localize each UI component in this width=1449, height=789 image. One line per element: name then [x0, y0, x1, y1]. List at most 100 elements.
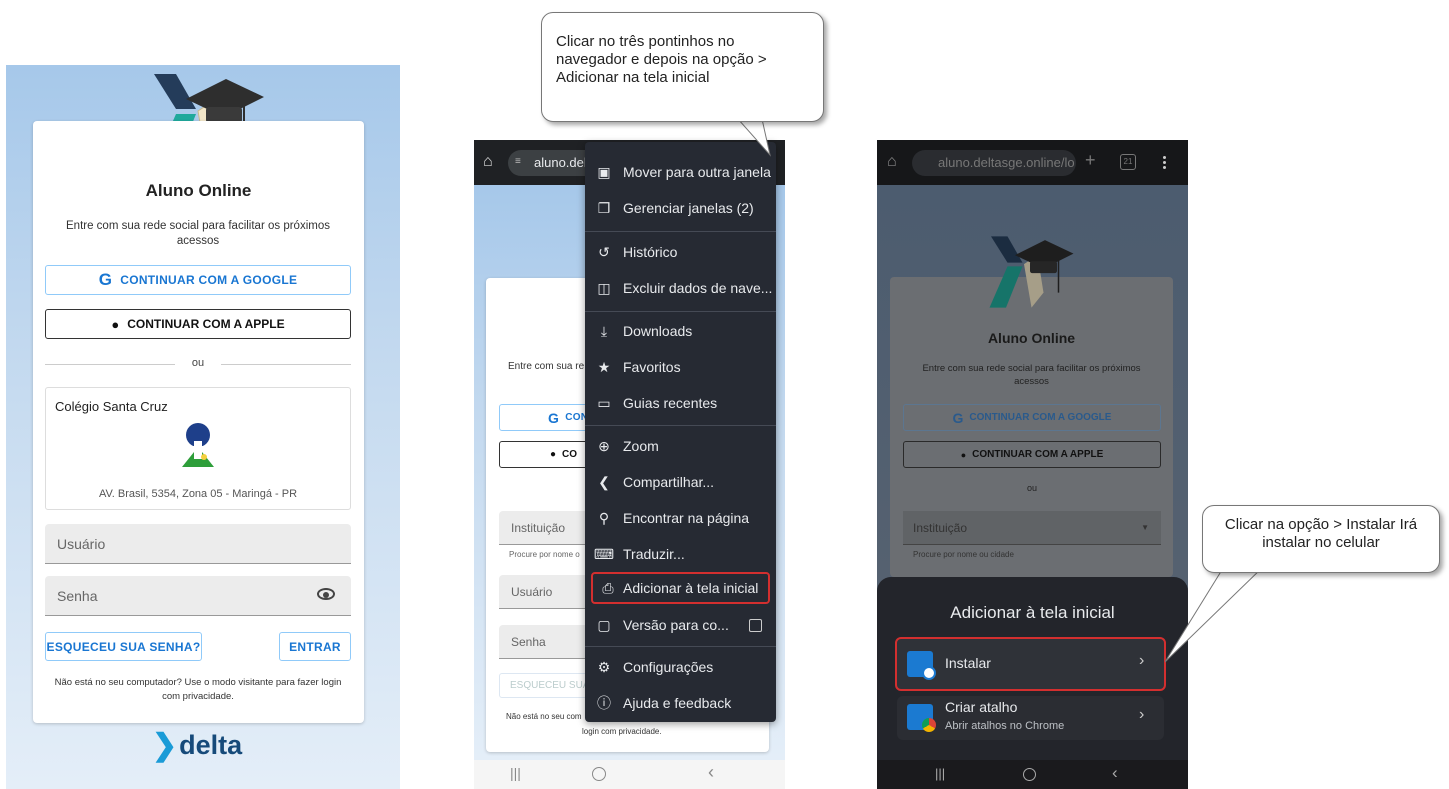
- divider-line-left: [45, 364, 175, 365]
- share-icon: ❮: [598, 473, 610, 490]
- apple-button-3[interactable]: ● CONTINUAR COM A APPLE: [903, 441, 1161, 468]
- sheet-title: Adicionar à tela inicial: [950, 603, 1115, 622]
- recent-apps-icon-3[interactable]: |||: [935, 766, 945, 781]
- recent-tabs-icon: ▭: [597, 394, 611, 411]
- manage-windows-icon: ❐: [597, 199, 611, 216]
- institution-select-2[interactable]: Instituição: [499, 511, 589, 545]
- menu-item-downloads[interactable]: ⤓ Downloads: [585, 316, 776, 346]
- divider-text-3: ou: [1026, 483, 1037, 493]
- gear-icon: ⚙: [597, 658, 611, 675]
- eye-pupil-icon: [323, 592, 329, 598]
- callout-instruction-1: Clicar no três pontinhos no navegador e …: [541, 12, 824, 122]
- login-title: Aluno Online: [145, 181, 252, 200]
- shortcut-label: Criar atalho: [945, 699, 1018, 715]
- google-button-2[interactable]: G CON: [499, 404, 589, 431]
- find-icon: ⚲: [598, 509, 610, 526]
- institution-helper-3: Procure por nome ou cidade: [913, 550, 1014, 559]
- chrome-overflow-menu: ▣ Mover para outra janela ❐ Gerenciar jane…: [585, 142, 776, 722]
- menu-item-zoom[interactable]: ⊕ Zoom: [585, 431, 776, 461]
- school-address: AV. Brasil, 5354, Zona 05 - Maringá - PR: [98, 488, 298, 500]
- new-tab-icon[interactable]: +: [1085, 150, 1096, 171]
- username-input[interactable]: Usuário: [45, 524, 351, 564]
- back-nav-icon[interactable]: ‹: [708, 762, 714, 783]
- google-login-button[interactable]: G CONTINUAR COM A GOOGLE: [45, 265, 351, 295]
- dropdown-arrow-icon: ▼: [1141, 523, 1149, 532]
- history-icon: ↺: [598, 243, 610, 260]
- menu-item-move-window[interactable]: ▣ Mover para outra janela: [585, 157, 776, 187]
- login-title-3: Aluno Online: [987, 330, 1076, 346]
- recent-apps-icon[interactable]: |||: [510, 765, 521, 781]
- menu-item-find[interactable]: ⚲ Encontrar na página: [585, 503, 776, 533]
- trash-icon: ◫: [597, 279, 611, 296]
- menu-item-history[interactable]: ↺ Histórico: [585, 237, 776, 267]
- menu-item-recent-tabs[interactable]: ▭ Guias recentes: [585, 388, 776, 418]
- translate-icon: ⌨: [593, 545, 615, 562]
- menu-separator: [585, 311, 776, 312]
- callout-pointer-2: [1165, 565, 1266, 663]
- apple-icon: ●: [111, 316, 120, 332]
- forgot-password-button[interactable]: ESQUECEU SUA SENHA?: [45, 632, 202, 661]
- menu-item-help[interactable]: ⓘ Ajuda e feedback: [585, 688, 776, 718]
- install-chevron-icon: ›: [1139, 652, 1145, 669]
- forgot-button-2[interactable]: ESQUECEU SUA: [499, 673, 589, 698]
- back-nav-icon-3[interactable]: ‹: [1112, 763, 1118, 783]
- add-home-icon: ⎙: [602, 579, 614, 596]
- menu-item-manage-windows[interactable]: ❐ Gerenciar janelas (2): [585, 193, 776, 223]
- desktop-icon: ▢: [597, 616, 611, 633]
- apple-login-button[interactable]: ● CONTINUAR COM A APPLE: [45, 309, 351, 339]
- apple-icon-2: ●: [550, 449, 557, 460]
- install-option[interactable]: [895, 637, 1166, 691]
- school-logo: [182, 423, 214, 467]
- home-icon[interactable]: ⌂: [483, 153, 493, 171]
- menu-item-desktop[interactable]: ▢ Versão para co...: [585, 610, 776, 640]
- home-nav-icon-3[interactable]: [1023, 768, 1036, 781]
- menu-item-settings[interactable]: ⚙ Configurações: [585, 652, 776, 682]
- google-button-3[interactable]: G CONTINUAR COM A GOOGLE: [903, 404, 1161, 431]
- tab-switcher-icon[interactable]: 21: [1120, 154, 1136, 170]
- menu-separator: [585, 646, 776, 647]
- shortcut-option[interactable]: [897, 696, 1164, 740]
- install-badge-icon: [922, 666, 936, 680]
- institution-select-3[interactable]: Instituição ▼: [903, 511, 1161, 545]
- google-icon-3: G: [952, 409, 964, 426]
- google-icon-2: G: [548, 409, 560, 426]
- username-input-2[interactable]: Usuário: [499, 575, 589, 609]
- aluno-online-logo-3: [989, 236, 1074, 308]
- divider-line-right: [221, 364, 351, 365]
- divider-text: ou: [191, 357, 205, 369]
- install-label: Instalar: [945, 655, 991, 671]
- apple-button-2[interactable]: ● CO: [499, 441, 589, 468]
- apple-icon-3: ●: [960, 449, 967, 460]
- home-icon-3[interactable]: ⌂: [887, 153, 897, 171]
- password-input[interactable]: Senha: [45, 576, 351, 616]
- home-nav-icon[interactable]: [592, 767, 606, 781]
- url-bar-3[interactable]: aluno.deltasge.online/lo: [912, 150, 1076, 176]
- menu-item-share[interactable]: ❮ Compartilhar...: [585, 467, 776, 497]
- help-icon: ⓘ: [597, 695, 611, 711]
- callout-instruction-2: Clicar na opção > Instalar Irá instalar …: [1202, 505, 1440, 573]
- visitor-note-2a: Não está no seu com: [506, 712, 582, 721]
- enter-button[interactable]: ENTRAR: [279, 632, 351, 661]
- school-name: Colégio Santa Cruz: [55, 399, 168, 414]
- menu-item-translate[interactable]: ⌨ Traduzir...: [585, 539, 776, 569]
- desktop-checkbox[interactable]: [749, 619, 762, 632]
- star-icon: ★: [597, 358, 611, 375]
- google-icon: G: [98, 270, 113, 289]
- zoom-icon: ⊕: [598, 437, 610, 454]
- menu-item-add-home[interactable]: ⎙ Adicionar à tela inicial: [591, 572, 770, 604]
- menu-separator: [585, 231, 776, 232]
- password-input-2[interactable]: Senha: [499, 625, 589, 659]
- site-settings-icon: ≡: [515, 156, 521, 167]
- delta-chevron-icon: ❯: [152, 729, 178, 762]
- chrome-badge-icon: [922, 718, 936, 732]
- move-window-icon: ▣: [597, 163, 611, 180]
- subtitle-partial-2: Entre com sua re: [508, 361, 585, 372]
- institution-helper-2: Procure por nome o: [509, 550, 580, 559]
- menu-item-clear-data[interactable]: ◫ Excluir dados de nave...: [585, 273, 776, 303]
- download-icon: ⤓: [600, 322, 608, 339]
- more-options-icon[interactable]: [1163, 154, 1166, 171]
- shortcut-sublabel: Abrir atalhos no Chrome: [945, 720, 1065, 732]
- delta-footer-logo: ❯ delta: [152, 729, 243, 762]
- shortcut-chevron-icon: ›: [1139, 706, 1145, 723]
- menu-item-favorites[interactable]: ★ Favoritos: [585, 352, 776, 382]
